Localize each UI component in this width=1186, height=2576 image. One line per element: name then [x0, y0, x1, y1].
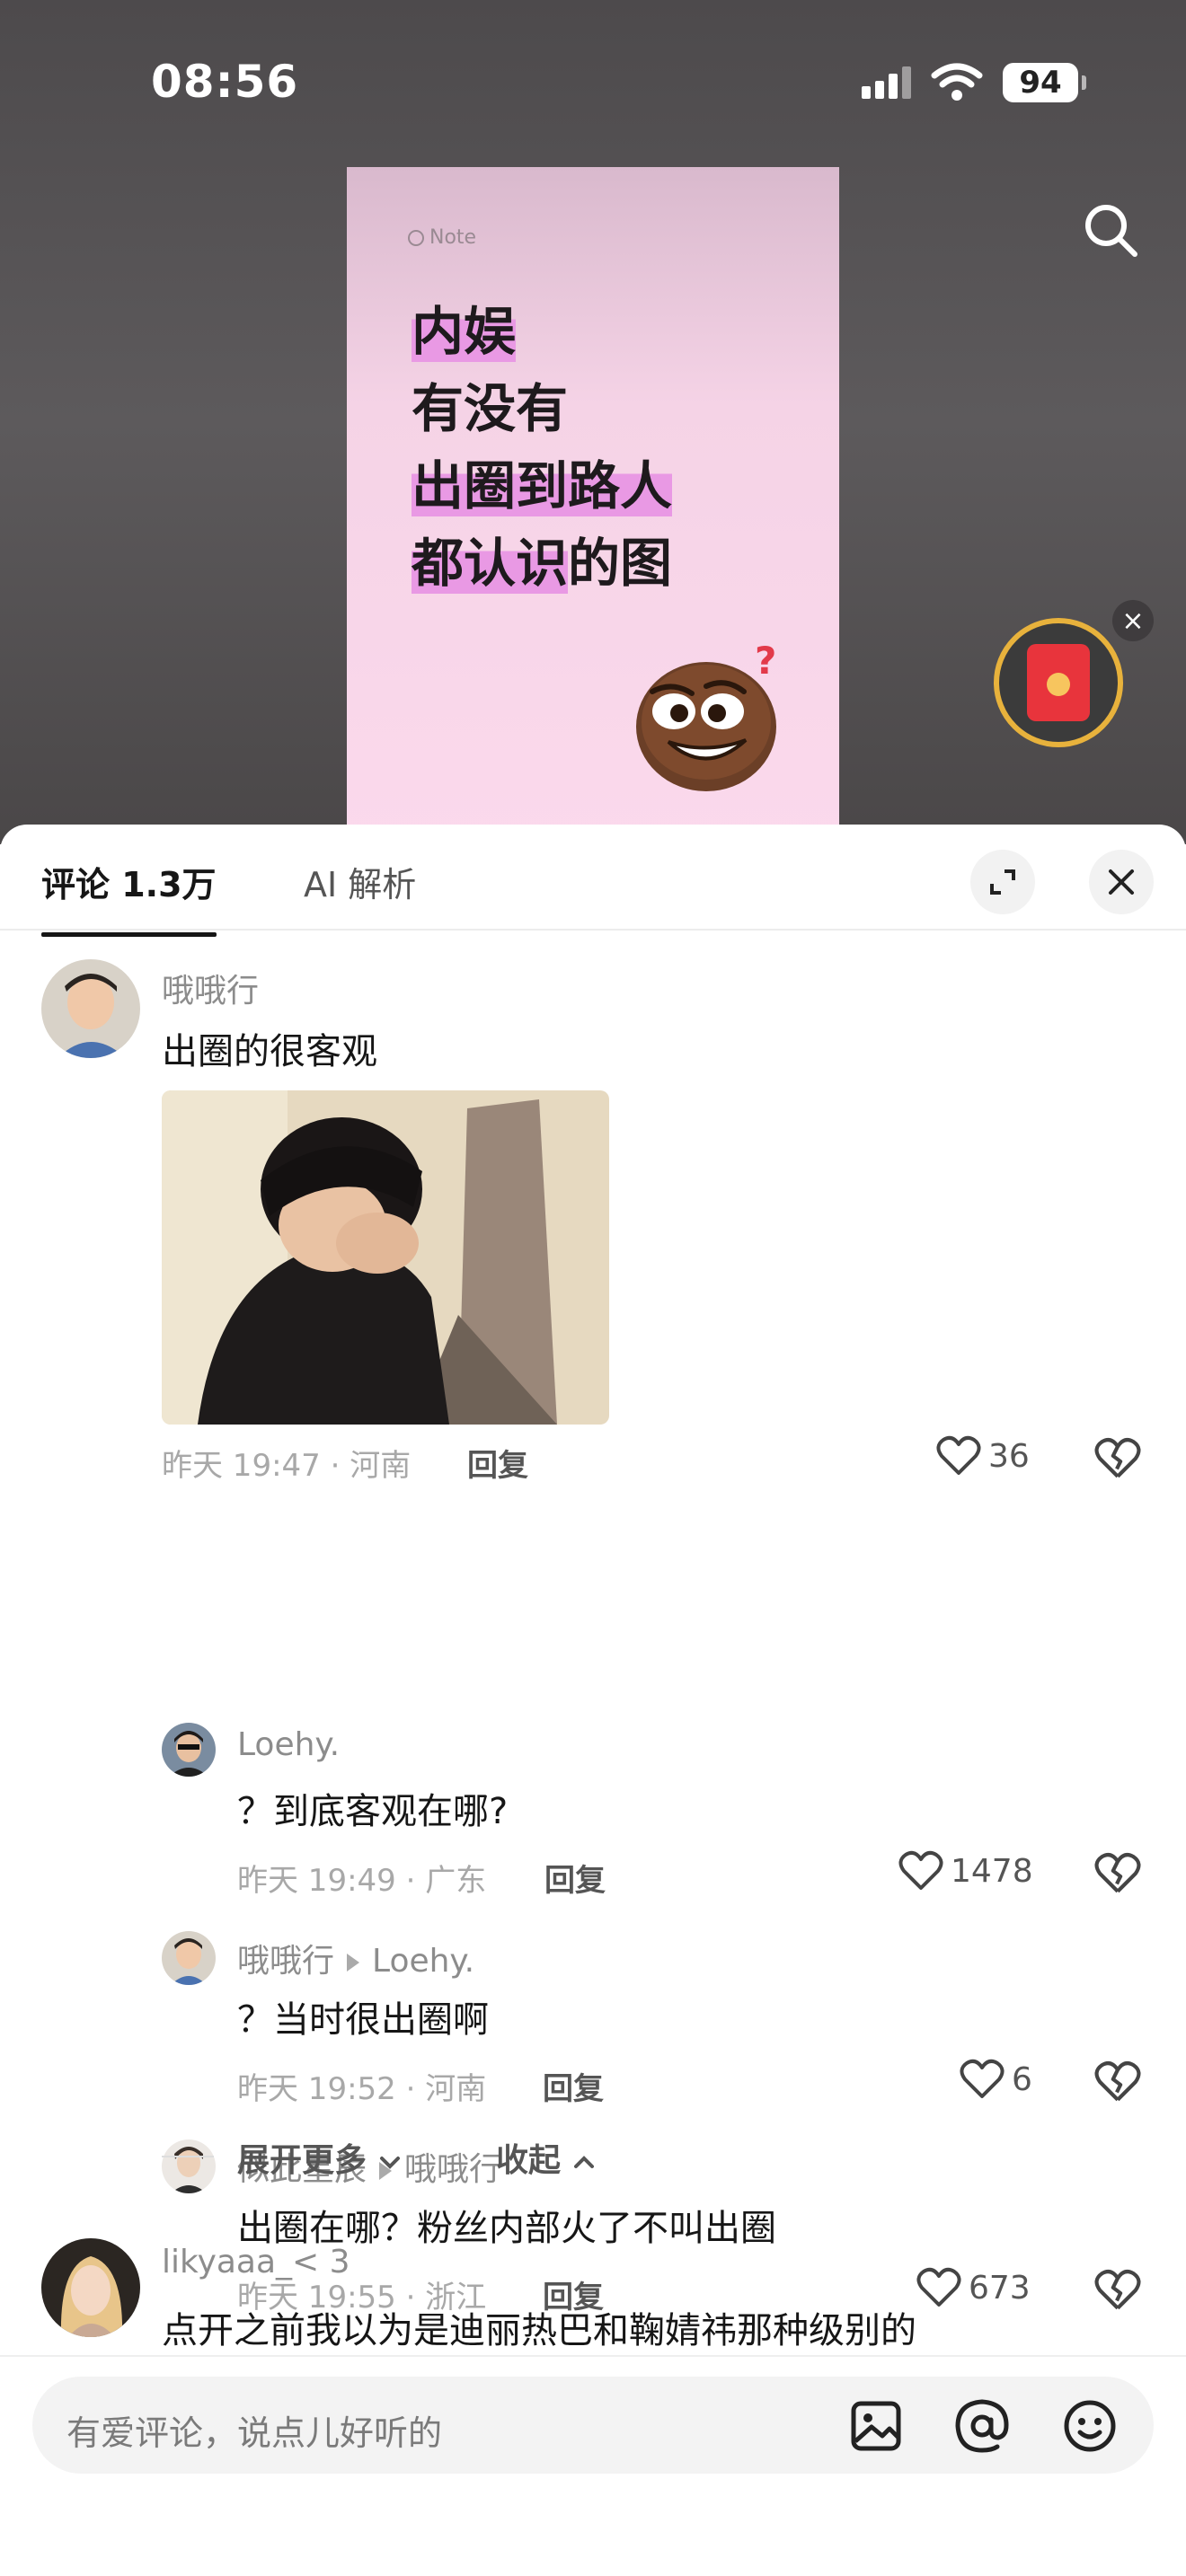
note-label: Note [429, 226, 477, 249]
heart-icon [960, 2059, 1005, 2098]
reply-to-username[interactable]: Loehy. [372, 1943, 474, 1980]
mention-icon[interactable] [952, 2396, 1012, 2456]
expand-icon [990, 869, 1015, 895]
red-envelope-icon [1027, 644, 1090, 721]
broken-heart-icon[interactable] [1094, 2059, 1141, 2105]
reply-username[interactable]: 哦哦行 [237, 1943, 334, 1980]
like-count: 673 [969, 2269, 1031, 2307]
comment-text[interactable]: 出圈的很客观 [162, 1022, 377, 1074]
expand-sheet-button[interactable] [970, 850, 1035, 914]
poster-text-segment: 内娱 [412, 301, 517, 362]
status-icons: 94 [862, 63, 1086, 102]
like-count: 36 [988, 1437, 1030, 1475]
comment-image[interactable] [162, 1090, 609, 1425]
comment-username[interactable]: 哦哦行 [162, 965, 259, 1011]
poster-text-segment: 有没有 [412, 378, 569, 439]
like-count: 6 [1012, 2060, 1032, 2098]
expand-more-button[interactable]: 展开更多 [237, 2134, 402, 2181]
status-time: 08:56 [151, 56, 299, 108]
emoji-icon[interactable] [1060, 2396, 1120, 2456]
avatar[interactable] [162, 1931, 216, 1985]
broken-heart-icon[interactable] [1094, 1435, 1141, 1482]
comment-time-location: 昨天 19:47 · 河南 [162, 1448, 412, 1484]
chevron-up-icon [573, 2156, 594, 2168]
heart-icon [936, 1435, 981, 1475]
poster-line: 出圈到路人 [412, 447, 673, 525]
poster-line: 内娱 [412, 293, 672, 370]
tab-ai-analysis[interactable]: AI 解析 [304, 857, 416, 906]
comment-text[interactable]: 点开之前我以为是迪丽热巴和鞠婧祎那种级别的 [162, 2301, 916, 2353]
comment-input-bar: 有爱评论，说点儿好听的 [0, 2355, 1186, 2576]
avatar-photo-icon [41, 2238, 140, 2337]
comment-photo-icon [162, 1090, 609, 1425]
poster-text-segment: 都认识 [412, 533, 569, 594]
avatar-photo-icon [162, 1723, 216, 1777]
reply-button[interactable]: 回复 [544, 1856, 606, 1900]
video-area[interactable]: 08:56 94 Note 内娱 有没有 出圈到路人 都认识的图 ? × [0, 0, 1186, 844]
avatar[interactable] [162, 1723, 216, 1777]
like-button[interactable]: 36 [936, 1435, 1030, 1477]
post-image[interactable]: Note 内娱有没有出圈到路人都认识的图 ? [347, 167, 839, 844]
comment-tabs: 评论 1.3万 AI 解析 [0, 825, 1186, 937]
heart-icon [898, 1850, 943, 1890]
red-packet-button[interactable] [994, 618, 1123, 747]
wifi-icon [931, 63, 983, 101]
battery-indicator: 94 [1003, 63, 1086, 102]
search-icon [1085, 205, 1137, 257]
poster-text-segment: 出圈到路人 [412, 455, 673, 516]
avatar[interactable] [41, 959, 140, 1058]
search-button[interactable] [1075, 194, 1146, 266]
chevron-down-icon [379, 2157, 400, 2169]
close-icon: × [1121, 604, 1145, 637]
poster-text-segment: 的图 [568, 533, 673, 594]
note-circle-icon [408, 229, 424, 246]
expand-more-label: 展开更多 [237, 2142, 367, 2179]
expand-divider [162, 2156, 214, 2157]
reply-time-location: 昨天 19:52 · 河南 [237, 2071, 487, 2107]
avatar[interactable] [41, 2238, 140, 2337]
expand-collapse-controls: 展开更多 收起 [162, 2130, 791, 2184]
close-red-packet-button[interactable]: × [1112, 600, 1154, 641]
like-button[interactable]: 673 [916, 2267, 1031, 2308]
poster-text: 内娱有没有出圈到路人都认识的图 [412, 293, 672, 602]
reply-text[interactable]: ？当时很出圈啊 [237, 1990, 489, 2042]
reply-text[interactable]: ？到底客观在哪? [237, 1782, 508, 1834]
reply-username-line: 哦哦行 Loehy. [237, 1935, 474, 1981]
like-button[interactable]: 6 [960, 2059, 1032, 2100]
collapse-button[interactable]: 收起 [496, 2134, 596, 2181]
poster-line: 都认识的图 [412, 525, 672, 602]
tab-comments[interactable]: 评论 1.3万 [41, 857, 217, 937]
poster-line: 有没有 [412, 370, 672, 447]
close-sheet-button[interactable] [1089, 850, 1154, 914]
like-count: 1478 [951, 1852, 1033, 1890]
avatar-photo-icon [162, 1931, 216, 1985]
comment-input-placeholder: 有爱评论，说点儿好听的 [66, 2413, 443, 2453]
reply-time-location: 昨天 19:49 · 广东 [237, 1863, 487, 1899]
cellular-signal-icon [862, 66, 911, 99]
reply-button[interactable]: 回复 [543, 2064, 604, 2108]
comment-input[interactable]: 有爱评论，说点儿好听的 [32, 2377, 1154, 2474]
close-icon [1109, 869, 1134, 895]
reply-username[interactable]: Loehy. [237, 1726, 340, 1763]
svg-text:?: ? [755, 641, 776, 683]
comments-sheet: 评论 1.3万 AI 解析 哦哦行 出圈的很客观 昨天 19:47 · 河南 回… [0, 825, 1186, 2576]
reply-button[interactable]: 回复 [467, 1441, 528, 1485]
collapse-label: 收起 [496, 2142, 562, 2179]
broken-heart-icon[interactable] [1094, 1850, 1141, 1897]
heart-icon [916, 2267, 961, 2307]
thinking-face-emoji-icon: ? [636, 641, 776, 791]
reply-to-arrow-icon [347, 1954, 360, 1972]
broken-heart-icon[interactable] [1094, 2267, 1141, 2314]
avatar-photo-icon [41, 959, 140, 1058]
like-button[interactable]: 1478 [898, 1850, 1033, 1892]
note-tag: Note [408, 226, 476, 249]
comment-username[interactable]: likyaaa_< 3 [162, 2244, 350, 2280]
image-icon[interactable] [846, 2396, 906, 2456]
